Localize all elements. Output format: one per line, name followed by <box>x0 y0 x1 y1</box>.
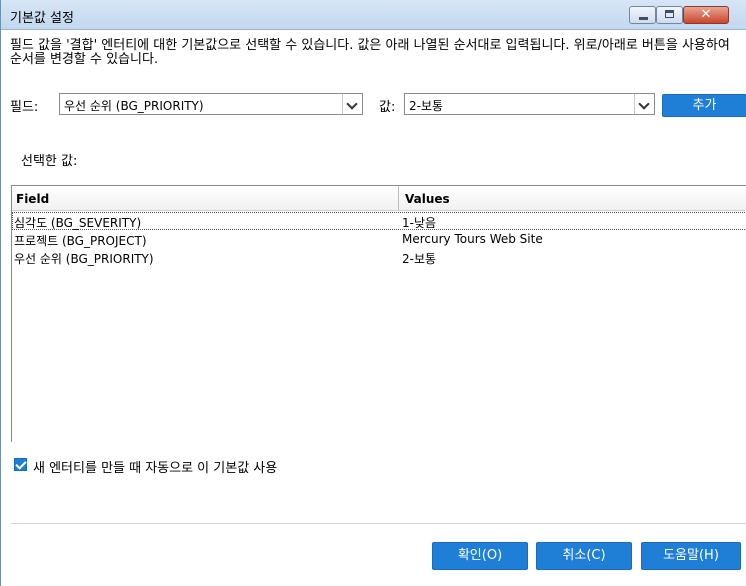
add-button[interactable]: 추가 <box>662 94 746 117</box>
close-icon: ✕ <box>700 7 712 22</box>
row-field: 심각도 (BG_SEVERITY) <box>14 216 142 230</box>
column-header-values[interactable]: Values <box>405 192 450 206</box>
chevron-down-icon[interactable] <box>342 94 362 114</box>
minimize-button[interactable] <box>629 6 656 24</box>
help-button[interactable]: 도움말(H) <box>641 542 741 570</box>
column-divider[interactable] <box>398 186 399 210</box>
title-bar[interactable]: 기본값 설정 ✕ <box>1 0 746 30</box>
column-header-field[interactable]: Field <box>16 192 49 206</box>
row-field: 우선 순위 (BG_PRIORITY) <box>14 252 154 266</box>
close-button[interactable]: ✕ <box>683 6 729 24</box>
dialog-window: 기본값 설정 ✕ 필드 값을 '결합' 엔터티에 대한 기본값으로 선택할 수 … <box>0 0 746 586</box>
chevron-down-icon[interactable] <box>634 94 654 114</box>
grid-header: Field Values <box>12 186 746 211</box>
row-value: 1-낮음 <box>402 216 437 230</box>
row-value: Mercury Tours Web Site <box>402 232 543 246</box>
auto-default-checkbox[interactable] <box>14 458 27 471</box>
table-row[interactable]: 우선 순위 (BG_PRIORITY) 2-보통 <box>12 248 746 266</box>
row-value: 2-보통 <box>402 252 437 266</box>
table-row[interactable]: 프로젝트 (BG_PROJECT) Mercury Tours Web Site <box>12 230 746 248</box>
value-dropdown[interactable]: 2-보통 <box>404 93 655 115</box>
divider <box>11 523 746 524</box>
value-dropdown-value: 2-보통 <box>409 99 444 113</box>
field-dropdown-value: 우선 순위 (BG_PRIORITY) <box>64 99 204 113</box>
table-row[interactable]: 심각도 (BG_SEVERITY) 1-낮음 <box>12 212 746 230</box>
ok-button[interactable]: 확인(O) <box>432 542 528 570</box>
selected-values-grid[interactable]: Field Values 심각도 (BG_SEVERITY) 1-낮음 프로젝트… <box>11 185 746 442</box>
cancel-button[interactable]: 취소(C) <box>536 542 632 570</box>
description-text: 필드 값을 '결합' 엔터티에 대한 기본값으로 선택할 수 있습니다. 값은 … <box>10 38 730 67</box>
selected-values-label: 선택한 값: <box>21 154 78 169</box>
maximize-button[interactable] <box>656 6 683 24</box>
maximize-icon <box>665 10 674 18</box>
row-field: 프로젝트 (BG_PROJECT) <box>14 234 147 248</box>
auto-default-checkbox-label[interactable]: 새 엔터티를 만들 때 자동으로 이 기본값 사용 <box>33 457 277 476</box>
window-title: 기본값 설정 <box>10 11 74 26</box>
value-label: 값: <box>379 100 396 115</box>
field-label: 필드: <box>10 100 39 115</box>
minimize-icon <box>639 17 648 20</box>
field-dropdown[interactable]: 우선 순위 (BG_PRIORITY) <box>59 93 363 115</box>
